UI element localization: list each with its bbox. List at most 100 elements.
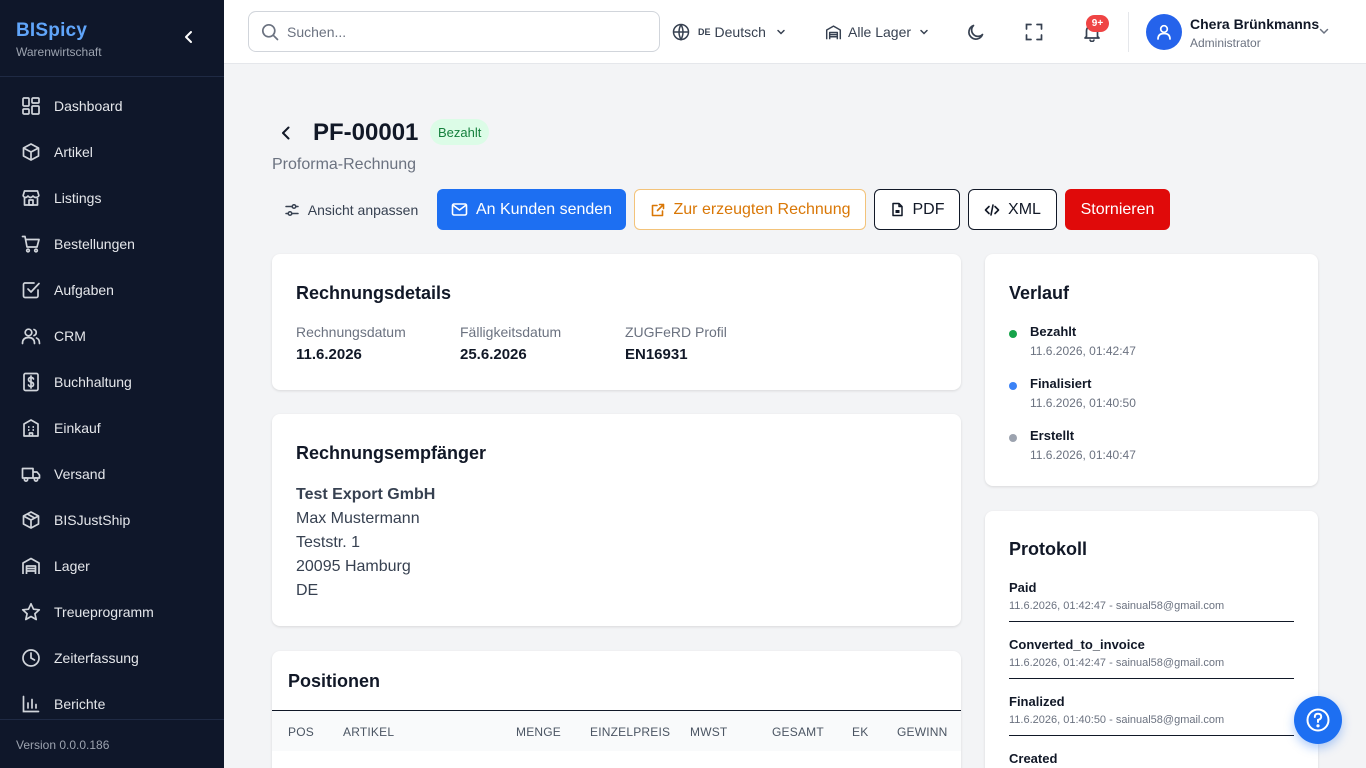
xml-button[interactable]: XML [968,189,1057,230]
log-meta: 11.6.2026, 01:40:50 - sainual58@gmail.co… [1009,714,1225,726]
collapse-sidebar-button[interactable] [178,26,200,48]
status-dot [1009,382,1017,390]
zugferd-profile-label: ZUGFeRD Profil [625,324,727,340]
cart-icon [20,233,42,255]
sidebar-item-label: Listings [54,190,102,206]
language-selector[interactable]: DE Deutsch [672,20,786,44]
column-header-artikel[interactable]: ARTIKEL [343,725,394,739]
page-title: PF-00001 [313,119,419,146]
sliders-icon [284,202,300,218]
truck-icon [20,463,42,485]
card-title: Verlauf [1009,283,1070,303]
sidebar-item-crm[interactable]: CRM [0,313,224,359]
brand[interactable]: BISpicy Warenwirtschaft [16,20,102,59]
sidebar-item-label: Versand [54,466,106,482]
zugferd-profile-value: EN16931 [625,346,688,363]
search-input[interactable] [287,23,627,40]
card-title: Rechnungsempfänger [296,443,487,463]
user-name[interactable]: Chera Brünkmanns [1190,16,1319,32]
avatar[interactable] [1146,14,1182,50]
history-time: 11.6.2026, 01:42:47 [1030,344,1136,358]
send-label: An Kunden senden [475,200,613,218]
arrow-left-icon [282,126,290,140]
dark-mode-toggle[interactable] [964,20,988,44]
card-title: Positionen [288,671,381,691]
column-header-gesamt[interactable]: GESAMT [772,725,824,739]
status-dot [1009,330,1017,338]
goto-invoice-button[interactable]: Zur erzeugten Rechnung [634,189,866,230]
search-box[interactable] [248,11,660,52]
help-button[interactable] [1294,696,1342,744]
sidebar-item-bisjustship[interactable]: BISJustShip [0,497,224,543]
topbar: DE Deutsch Alle Lager 9+ Chera Brünkmann… [224,0,1366,64]
sidebar-item-lager[interactable]: Lager [0,543,224,589]
fullscreen-button[interactable] [1022,20,1046,44]
recipient-line: 20095 Hamburg [296,558,411,575]
log-action: Created [1009,751,1058,766]
sidebar-item-aufgaben[interactable]: Aufgaben [0,267,224,313]
sidebar-item-buchhaltung[interactable]: Buchhaltung [0,359,224,405]
user-role: Administrator [1190,36,1261,50]
sidebar-item-label: CRM [54,328,86,344]
sidebar-item-artikel[interactable]: Artikel [0,129,224,175]
sidebar-item-zeiterfassung[interactable]: Zeiterfassung [0,635,224,681]
log-divider [1009,735,1294,736]
invoice-date-value: 11.6.2026 [296,346,362,363]
column-header-einzelpreis[interactable]: EINZELPREIS [590,725,670,739]
recipient-line: DE [296,582,319,599]
package-icon [20,509,42,531]
sidebar-item-label: Buchhaltung [54,374,132,390]
chevron-down-icon [1319,28,1329,35]
column-header-menge[interactable]: MENGE [516,725,561,739]
history-time: 11.6.2026, 01:40:50 [1030,396,1136,410]
sidebar-item-label: Zeiterfassung [54,650,139,666]
log-card: Protokoll Paid 11.6.2026, 01:42:47 - sai… [985,511,1318,768]
sidebar-item-label: Aufgaben [54,282,114,298]
column-header-gewinn[interactable]: GEWINN [897,725,948,739]
back-button[interactable] [274,121,298,145]
moon-icon [968,24,984,40]
invoice-details-card: Rechnungsdetails Rechnungsdatum 11.6.202… [272,254,961,390]
warehouse-selector[interactable]: Alle Lager [825,20,929,44]
log-action: Paid [1009,580,1037,595]
dashboard-icon [20,95,42,117]
sidebar-item-listings[interactable]: Listings [0,175,224,221]
pdf-button[interactable]: PDF [874,189,960,230]
users-icon [20,325,42,347]
column-header-pos[interactable]: POS [288,725,314,739]
chevron-left-icon [185,31,192,43]
sidebar-item-label: Artikel [54,144,93,160]
sidebar-item-versand[interactable]: Versand [0,451,224,497]
log-meta: 11.6.2026, 01:42:47 - sainual58@gmail.co… [1009,657,1225,669]
checkbox-icon [20,279,42,301]
column-header-mwst[interactable]: MWST [690,725,727,739]
sidebar-item-einkauf[interactable]: Einkauf [0,405,224,451]
history-card: Verlauf Bezahlt 11.6.2026, 01:42:47 Fina… [985,254,1318,486]
sidebar-item-berichte[interactable]: Berichte [0,681,224,727]
history-status: Erstellt [1030,428,1075,443]
box-icon [20,141,42,163]
globe-icon [672,23,690,41]
goto-invoice-label: Zur erzeugten Rechnung [673,200,851,218]
column-header-ek[interactable]: EK [852,725,868,739]
sidebar-item-treueprogramm[interactable]: Treueprogramm [0,589,224,635]
warehouse-label: Alle Lager [848,24,912,40]
page-subtitle: Proforma-Rechnung [272,156,417,173]
customize-view-button[interactable]: Ansicht anpassen [272,189,430,230]
xml-label: XML [1008,200,1041,218]
send-to-customer-button[interactable]: An Kunden senden [437,189,626,230]
sidebar-item-bestellungen[interactable]: Bestellungen [0,221,224,267]
warehouse-icon [825,24,842,39]
sidebar-item-label: Lager [54,558,90,574]
cancel-invoice-button[interactable]: Stornieren [1065,189,1170,230]
language-code: DE [698,27,711,37]
sidebar-item-dashboard[interactable]: Dashboard [0,83,224,129]
external-link-icon [650,202,666,218]
notification-count-badge: 9+ [1086,15,1109,32]
history-time: 11.6.2026, 01:40:47 [1030,448,1136,462]
user-menu-toggle[interactable] [1318,24,1330,42]
chevron-down-icon [920,29,928,35]
status-dot [1009,434,1017,442]
chart-icon [20,693,42,715]
sidebar-item-label: Treueprogramm [54,604,154,620]
